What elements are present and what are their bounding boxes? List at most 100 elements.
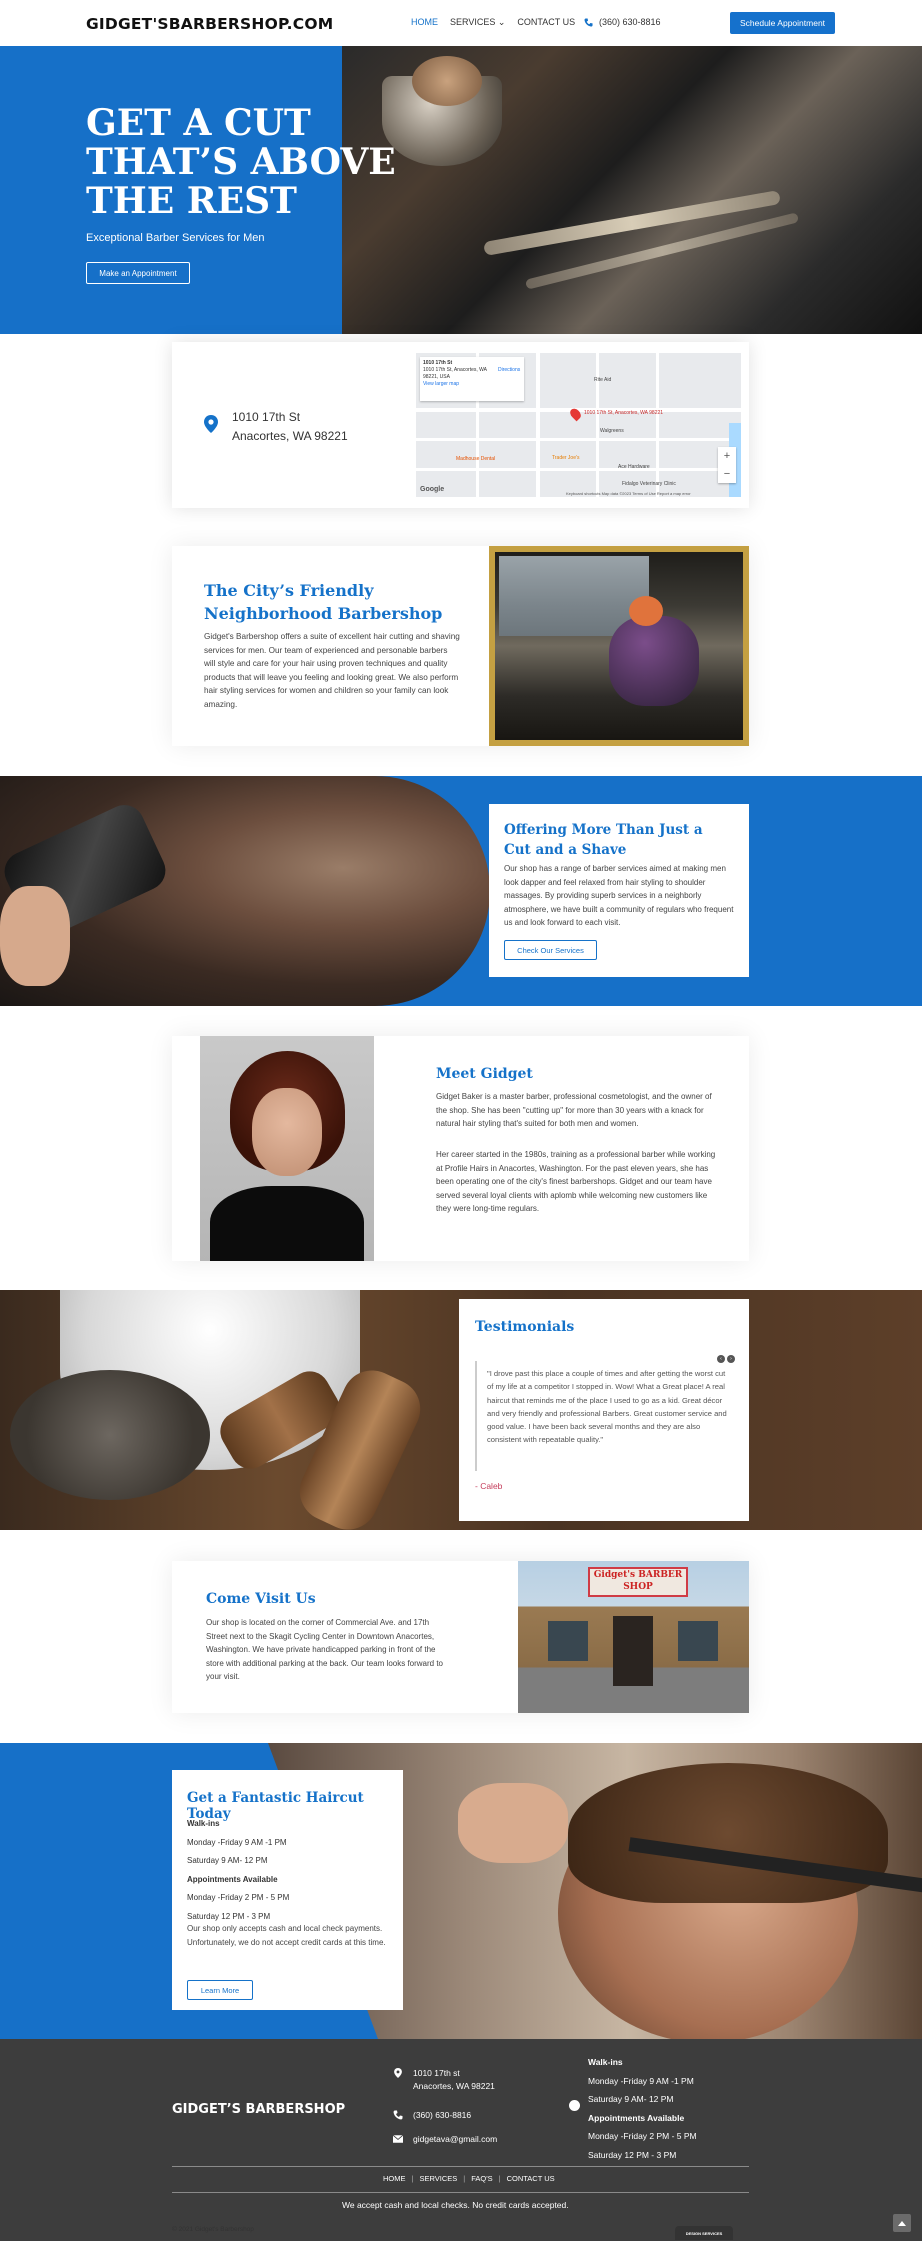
visit-us-card: Come Visit Us Our shop is located on the… <box>172 1561 749 1713</box>
hero-title: GET A CUT THAT’S ABOVE THE REST <box>86 102 396 222</box>
testimonials-title: Testimonials <box>475 1319 575 1335</box>
footer-email[interactable]: gidgetava@gmail.com <box>393 2133 497 2146</box>
map-zoom-in-button[interactable]: + <box>718 447 736 465</box>
chevron-down-icon: ⌄ <box>497 17 506 27</box>
footer-payment-note: We accept cash and local checks. No cred… <box>342 2200 569 2210</box>
scroll-to-top-button[interactable] <box>893 2214 911 2232</box>
header-phone[interactable]: (360) 630-8816 <box>584 17 661 27</box>
address-text: 1010 17th St Anacortes, WA 98221 <box>232 408 348 446</box>
phone-icon <box>393 2110 403 2120</box>
footer-appts-saturday: Saturday 12 PM - 3 PM <box>588 2149 677 2160</box>
meet-gidget-card: Meet Gidget Gidget Baker is a master bar… <box>172 1036 749 1261</box>
map-place-label: Walgreens <box>600 428 624 434</box>
map-view-larger-link[interactable]: View larger map <box>423 381 521 388</box>
check-services-button[interactable]: Check Our Services <box>504 940 597 960</box>
make-appointment-button[interactable]: Make an Appointment <box>86 262 190 284</box>
map-info-address: 1010 17th St, Anacortes, WA 98221, USA <box>423 367 487 380</box>
walkins-label: Walk-ins <box>187 1819 220 1828</box>
nav-home[interactable]: HOME <box>411 17 438 28</box>
visit-body: Our shop is located on the corner of Com… <box>206 1618 444 1681</box>
walkins-weekday: Monday -Friday 9 AM -1 PM <box>187 1837 287 1847</box>
meet-title: Meet Gidget <box>436 1066 533 1082</box>
map-zoom-control: + − <box>718 447 736 483</box>
map-place-label: Madhouse Dental <box>456 456 496 462</box>
walkins-saturday: Saturday 9 AM- 12 PM <box>187 1856 268 1865</box>
map-place-label: Rite Aid <box>594 377 612 383</box>
footer-nav: HOME | SERVICES | FAQ'S | CONTACT US <box>383 2174 555 2183</box>
gidget-portrait-photo <box>200 1036 374 1261</box>
map-info-box: 1010 17th St 1010 17th St, Anacortes, WA… <box>420 357 524 401</box>
main-nav: HOME SERVICES ⌄ CONTACT US <box>411 17 575 28</box>
appts-weekday: Monday -Friday 2 PM - 5 PM <box>187 1893 290 1902</box>
map-pin-label: 1010 17th St, Anacortes, WA 98221 <box>584 410 664 416</box>
clipper-photo <box>0 776 490 1006</box>
map-attribution: Keyboard shortcuts Map data ©2023 Terms … <box>566 491 691 496</box>
hero-subtitle: Exceptional Barber Services for Men <box>86 232 265 244</box>
footer-walkins-label: Walk-ins <box>588 2057 623 2067</box>
testimonials-section: Testimonials ‹ › "I drove past this plac… <box>0 1290 922 1530</box>
nav-contact[interactable]: CONTACT US <box>517 17 575 28</box>
map-info-title: 1010 17th St <box>423 360 453 366</box>
offering-body: Our shop has a range of barber services … <box>504 864 734 927</box>
envelope-icon <box>393 2134 403 2143</box>
footer-address-line1: 1010 17th st <box>413 2068 460 2078</box>
footer-logo: GIDGET’S BARBERSHOP <box>172 2102 346 2117</box>
visit-title: Come Visit Us <box>206 1591 316 1607</box>
design-services-badge[interactable]: DESIGN SERVICES <box>675 2226 733 2240</box>
footer-nav-faqs[interactable]: FAQ'S <box>471 2174 492 2183</box>
nav-services-label: SERVICES <box>450 17 496 27</box>
footer-divider <box>172 2166 749 2167</box>
map-place-label: Ace Hardware <box>618 464 650 470</box>
footer-address: 1010 17th st Anacortes, WA 98221 <box>393 2067 495 2093</box>
schedule-appointment-button[interactable]: Schedule Appointment <box>730 12 835 34</box>
phone-icon <box>584 17 593 26</box>
footer-walkins-saturday: Saturday 9 AM- 12 PM <box>588 2094 674 2104</box>
city-barbershop-card: The City’s Friendly Neighborhood Barbers… <box>172 546 749 746</box>
meet-paragraph-1: Gidget Baker is a master barber, profess… <box>436 1092 712 1128</box>
footer-phone-text: (360) 630-8816 <box>413 2110 472 2120</box>
shop-sign-text: Gidget's BARBER SHOP <box>593 1570 683 1592</box>
footer-email-text: gidgetava@gmail.com <box>413 2134 498 2144</box>
learn-more-button[interactable]: Learn More <box>187 1980 253 2000</box>
testimonial-quote: "I drove past this place a couple of tim… <box>475 1361 737 1471</box>
meet-paragraph-2: Her career started in the 1980s, trainin… <box>436 1150 716 1213</box>
footer-walkins-weekday: Monday -Friday 9 AM -1 PM <box>588 2075 694 2086</box>
map-place-label: Trader Joe's <box>552 455 580 461</box>
footer-nav-services[interactable]: SERVICES <box>419 2174 457 2183</box>
address-card: 1010 17th St Anacortes, WA 98221 1010 17… <box>172 342 749 508</box>
site-logo[interactable]: GIDGET'SBARBERSHOP.COM <box>86 15 333 33</box>
testimonials-card: Testimonials ‹ › "I drove past this plac… <box>459 1299 749 1521</box>
footer-divider <box>172 2192 749 2193</box>
clock-icon <box>569 2100 580 2111</box>
haircut-hours: Walk-ins Monday -Friday 9 AM -1 PM Satur… <box>187 1815 392 1926</box>
footer-appts-label: Appointments Available <box>588 2112 685 2123</box>
copyright: © 2021 Gidget's Barbershop <box>172 2226 254 2233</box>
location-pin-icon <box>394 2068 402 2078</box>
hero-section: GET A CUT THAT’S ABOVE THE REST Exceptio… <box>0 46 922 334</box>
offering-card: Offering More Than Just a Cut and a Shav… <box>489 804 749 977</box>
shop-sign: Gidget's BARBER SHOP <box>588 1567 688 1597</box>
site-header: GIDGET'SBARBERSHOP.COM HOME SERVICES ⌄ C… <box>0 0 922 46</box>
footer-nav-contact[interactable]: CONTACT US <box>507 2174 555 2183</box>
nav-services[interactable]: SERVICES ⌄ <box>450 17 505 28</box>
map-place-label: Fidalgo Veterinary Clinic <box>622 481 676 487</box>
appts-label: Appointments Available <box>187 1874 278 1884</box>
header-phone-text: (360) 630-8816 <box>599 17 661 27</box>
site-footer: GIDGET’S BARBERSHOP 1010 17th st Anacort… <box>0 2039 922 2241</box>
shop-exterior-photo: Gidget's BARBER SHOP <box>518 1561 749 1713</box>
location-pin-icon <box>204 415 218 433</box>
footer-nav-home[interactable]: HOME <box>383 2174 406 2183</box>
offering-title: Offering More Than Just a Cut and a Shav… <box>504 822 703 858</box>
offering-section: Offering More Than Just a Cut and a Shav… <box>0 776 922 1006</box>
footer-appts-weekday: Monday -Friday 2 PM - 5 PM <box>588 2131 697 2141</box>
testimonial-author: - Caleb <box>475 1481 503 1491</box>
design-services-badge-text: DESIGN SERVICES <box>685 2231 723 2236</box>
city-title: The City’s Friendly Neighborhood Barbers… <box>204 581 443 623</box>
map-directions-link[interactable]: Directions <box>498 367 520 374</box>
google-logo: Google <box>420 486 445 493</box>
barbershop-interior-photo <box>489 546 749 746</box>
google-map[interactable]: 1010 17th St 1010 17th St, Anacortes, WA… <box>416 353 741 497</box>
map-zoom-out-button[interactable]: − <box>718 465 736 483</box>
footer-address-line2: Anacortes, WA 98221 <box>413 2081 495 2091</box>
footer-phone[interactable]: (360) 630-8816 <box>393 2109 471 2122</box>
